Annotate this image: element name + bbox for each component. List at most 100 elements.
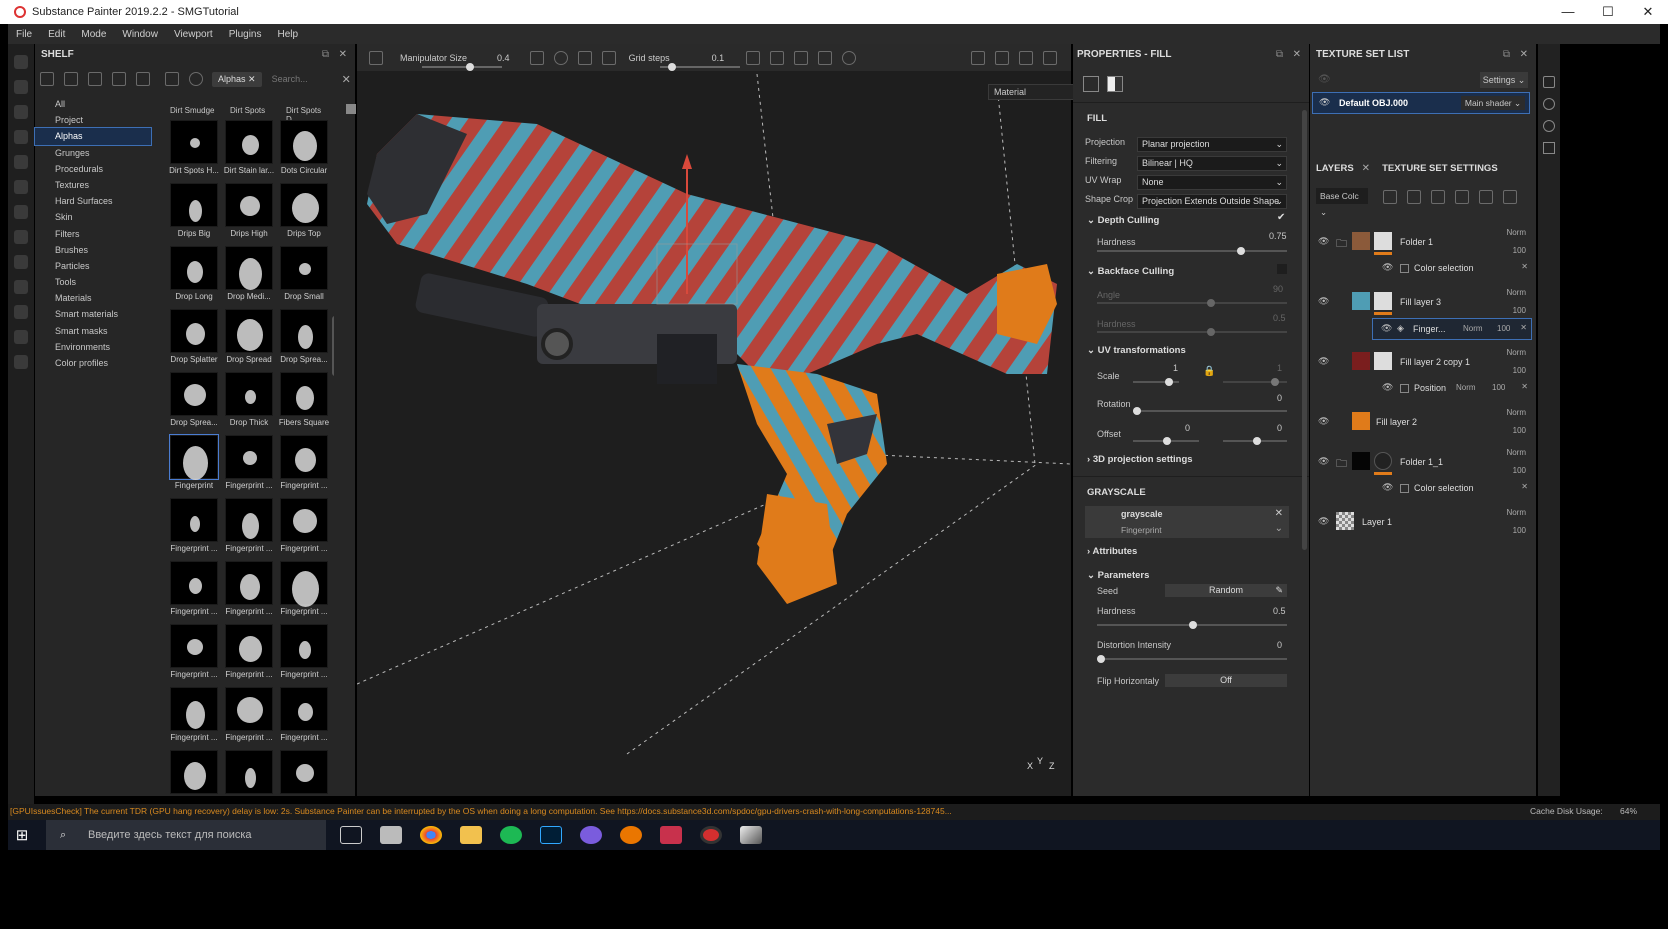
category-brushes[interactable]: Brushes: [35, 242, 151, 258]
eye-icon[interactable]: 👁: [1318, 456, 1329, 467]
layer-opacity[interactable]: 100: [1513, 246, 1526, 255]
log-icon[interactable]: [1543, 142, 1555, 154]
uv-transformations-title[interactable]: ⌄ UV transformations: [1087, 345, 1186, 356]
shelf-item[interactable]: Drop Splatter: [168, 309, 220, 372]
remove-resource-icon[interactable]: ✕: [1275, 508, 1283, 519]
uv-wrap-dropdown[interactable]: None ⌄: [1137, 175, 1287, 190]
backface-culling-title[interactable]: ⌄ Backface Culling: [1087, 266, 1174, 277]
eye-icon[interactable]: 👁: [1318, 416, 1329, 427]
layer-row-folder-1[interactable]: 👁 🗀 Folder 1 Norm 100: [1310, 228, 1536, 258]
parameters-title[interactable]: ⌄ Parameters: [1087, 570, 1149, 581]
projection-tool-icon[interactable]: [14, 105, 28, 119]
folder-icon[interactable]: [40, 72, 54, 86]
add-mask-icon[interactable]: [1407, 190, 1421, 204]
category-project[interactable]: Project: [35, 112, 151, 128]
shape-crop-dropdown[interactable]: Projection Extends Outside Shape ⌄: [1137, 194, 1287, 209]
color-picker-icon[interactable]: [14, 205, 28, 219]
shelf-item[interactable]: Dirt Spots H...: [168, 120, 220, 183]
shelf-item[interactable]: Drop Long: [168, 246, 220, 309]
close-layers-tab-icon[interactable]: ✕: [1362, 163, 1370, 174]
layer-row-color-selection[interactable]: 👁 Color selection ✕: [1310, 258, 1536, 280]
add-effect-icon[interactable]: [1383, 190, 1397, 204]
layer-blend[interactable]: Norm: [1506, 408, 1526, 417]
layer-row-fingerprint-fill[interactable]: 👁 ◈ Finger... Norm 100 ✕: [1372, 318, 1532, 340]
shelf-item[interactable]: Drop Sprea...: [168, 372, 220, 435]
category-smart-materials[interactable]: Smart materials: [35, 306, 151, 322]
undock-icon[interactable]: ⧉: [322, 44, 329, 66]
shelf-item[interactable]: Fingerprint ...: [168, 561, 220, 624]
eye-icon[interactable]: 👁: [1318, 296, 1329, 307]
attributes-title[interactable]: › Attributes: [1087, 546, 1137, 557]
smudge-tool-icon[interactable]: [14, 155, 28, 169]
shader-settings-icon[interactable]: [1543, 98, 1555, 110]
filter-icon[interactable]: [165, 72, 179, 86]
viewport-2d-icon[interactable]: [971, 50, 986, 65]
history-icon[interactable]: [842, 50, 857, 65]
chat-app-icon[interactable]: [580, 826, 602, 844]
layer-opacity[interactable]: 100: [1513, 306, 1526, 315]
layer-blend[interactable]: Norm: [1506, 228, 1526, 237]
distortion-slider[interactable]: [1097, 655, 1287, 663]
eye-icon[interactable]: 👁: [1318, 516, 1329, 527]
layer-blend[interactable]: Norm: [1456, 383, 1476, 392]
shelf-item[interactable]: Fingerprint ...: [223, 498, 275, 561]
layer-blend[interactable]: Norm: [1506, 288, 1526, 297]
tab-texture-set-settings[interactable]: TEXTURE SET SETTINGS: [1382, 163, 1498, 174]
eye-icon[interactable]: 👁: [1318, 236, 1329, 247]
menu-file[interactable]: File: [8, 29, 40, 40]
layer-opacity[interactable]: 100: [1497, 324, 1510, 333]
shelf-item[interactable]: Fingerprint ...: [278, 435, 330, 498]
close-window-button[interactable]: ✕: [1628, 0, 1668, 24]
shelf-item[interactable]: Drips High: [223, 183, 275, 246]
offset-slider[interactable]: [1133, 437, 1199, 445]
shelf-item[interactable]: Drop Thick: [223, 372, 275, 435]
shelf-item[interactable]: Drips Top: [278, 183, 330, 246]
substance-painter-icon[interactable]: [660, 826, 682, 844]
undock-icon[interactable]: ⧉: [1276, 44, 1283, 66]
align-icon[interactable]: [770, 50, 785, 65]
mask-tab-icon[interactable]: [1107, 76, 1123, 92]
recorder-icon[interactable]: [700, 826, 722, 844]
shelf-item[interactable]: Fingerprint ...: [223, 435, 275, 498]
layer-opacity[interactable]: 100: [1513, 526, 1526, 535]
grid-steps-slider[interactable]: [660, 63, 740, 71]
offset-value-2[interactable]: 0: [1277, 423, 1282, 433]
layer-opacity[interactable]: 100: [1513, 466, 1526, 475]
eye-icon[interactable]: 👁: [1319, 97, 1330, 108]
shelf-item[interactable]: Fingerprint: [168, 434, 220, 498]
move-icon[interactable]: [529, 50, 544, 65]
shelf-item[interactable]: Drop Sprea...: [278, 309, 330, 372]
menu-mode[interactable]: Mode: [73, 29, 114, 40]
shelf-item[interactable]: Fingerprint ...: [223, 687, 275, 750]
eye-icon[interactable]: 👁: [1382, 262, 1393, 273]
add-fill-layer-icon[interactable]: [1431, 190, 1445, 204]
remove-effect-icon[interactable]: ✕: [1521, 262, 1528, 271]
shelf-item[interactable]: Fingerprint ...: [223, 561, 275, 624]
undock-icon[interactable]: ⧉: [1503, 44, 1510, 66]
layer-blend[interactable]: Norm: [1506, 448, 1526, 457]
grid-steps-value[interactable]: 0.1: [712, 53, 725, 63]
category-materials[interactable]: Materials: [35, 290, 151, 306]
shelf-item[interactable]: Fibers Square: [278, 372, 330, 435]
menu-plugins[interactable]: Plugins: [221, 29, 270, 40]
photoshop-export-icon[interactable]: [14, 305, 28, 319]
plugin-icon[interactable]: [14, 280, 28, 294]
shelf-item[interactable]: Dots Circular: [278, 120, 330, 183]
eye-icon[interactable]: 👁: [1382, 482, 1393, 493]
new-resource-icon[interactable]: [64, 72, 78, 86]
settings-dropdown[interactable]: Settings ⌄: [1480, 72, 1528, 88]
shelf-item-label[interactable]: Dirt Smudge: [170, 106, 214, 115]
scale-icon[interactable]: [577, 50, 592, 65]
photoshop-icon[interactable]: [540, 826, 562, 844]
shelf-item[interactable]: Drop Medi...: [223, 246, 275, 309]
rotation-value[interactable]: 0: [1277, 393, 1282, 403]
eraser-tool-icon[interactable]: [14, 80, 28, 94]
backface-culling-checkbox[interactable]: [1277, 264, 1287, 274]
minimize-button[interactable]: —: [1548, 0, 1588, 24]
projection-dropdown[interactable]: Planar projection ⌄: [1137, 137, 1287, 152]
windows-start-icon[interactable]: ⊞: [8, 826, 36, 844]
scale-slider[interactable]: [1133, 378, 1179, 386]
shelf-item-label[interactable]: Dirt Spots: [230, 106, 265, 115]
shelf-item[interactable]: Fingerprint ...: [278, 498, 330, 561]
manipulator-size-slider[interactable]: [422, 63, 502, 71]
